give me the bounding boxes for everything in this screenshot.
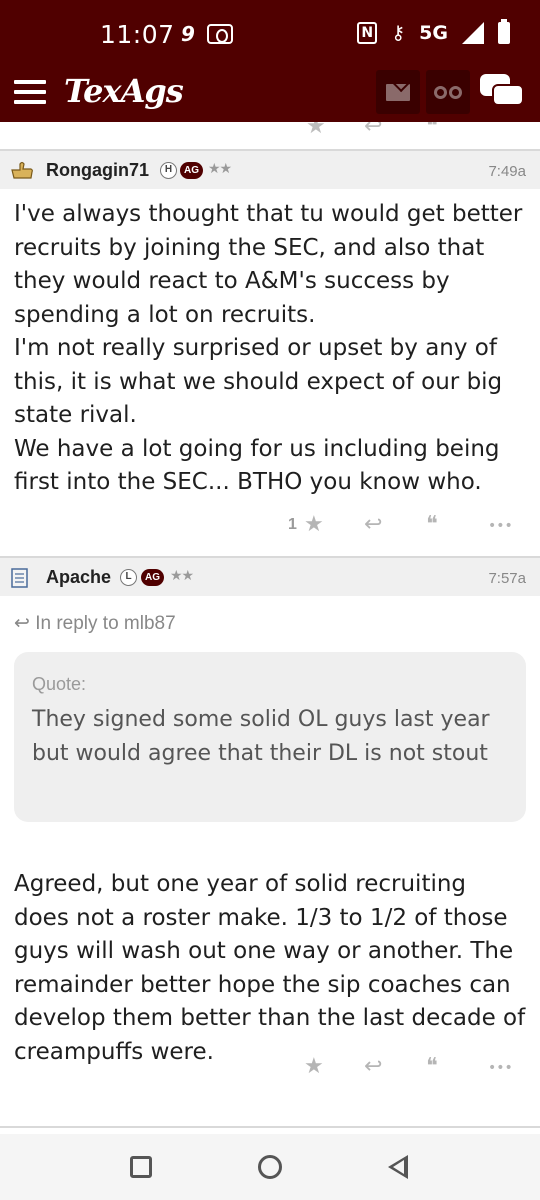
mail-button[interactable]	[376, 70, 420, 114]
status-time: 11:07	[100, 20, 175, 49]
star-count: 1	[288, 516, 297, 533]
texags-logo[interactable]: TexAgs	[64, 72, 184, 110]
quote-icon[interactable]: ❝	[426, 122, 438, 139]
post-time: 7:57a	[488, 570, 526, 587]
more-icon[interactable]: •••	[488, 1060, 513, 1076]
hamburger-icon[interactable]	[14, 80, 46, 106]
username[interactable]: Apache	[46, 567, 111, 588]
key-icon: ⚷	[391, 22, 406, 44]
reply-icon: ↩	[14, 613, 30, 634]
quote-label: Quote:	[32, 674, 87, 694]
network-type: 5G	[419, 22, 448, 44]
post-body: I've always thought that tu would get be…	[14, 198, 528, 500]
badge-ag: AG	[141, 569, 164, 586]
post-header: Rongagin71 H AG ★★ 7:49a	[0, 149, 540, 189]
reply-icon[interactable]: ↩	[364, 1054, 382, 1079]
badge-ag: AG	[180, 162, 203, 179]
avatar[interactable]	[10, 160, 34, 180]
quote-icon[interactable]: ❝	[426, 1054, 438, 1079]
post-paragraph: I'm not really surprised or upset by any…	[14, 335, 503, 428]
quote-block: Quote: They signed some solid OL guys la…	[14, 652, 526, 822]
post-body: Agreed, but one year of solid recruiting…	[14, 868, 528, 1069]
star-icon[interactable]: ★	[304, 512, 324, 537]
chat-button[interactable]	[480, 72, 526, 112]
post-actions: 1 ★ ↩ ❝ •••	[0, 512, 540, 542]
quote-text: They signed some solid OL guys last year…	[32, 707, 490, 766]
binoculars-icon	[434, 85, 462, 99]
reply-icon[interactable]: ↩	[364, 512, 382, 537]
signal-icon	[462, 22, 484, 44]
post-paragraph: Agreed, but one year of solid recruiting…	[14, 871, 526, 1065]
battery-icon	[498, 19, 510, 44]
previous-post-actions: ★ ↩ ❝	[0, 122, 540, 148]
status-bar: 11:07 9 N ⚷ 5G	[0, 0, 540, 64]
post-actions: ★ ↩ ❝ •••	[0, 1054, 540, 1084]
avatar[interactable]	[10, 567, 34, 588]
quote-icon[interactable]: ❝	[426, 512, 438, 537]
reply-to-text: In reply to mlb87	[35, 613, 176, 634]
reply-to-link[interactable]: ↩ In reply to mlb87	[14, 612, 176, 635]
star-icon[interactable]: ★	[306, 122, 326, 139]
app-header: TexAgs	[0, 64, 540, 122]
post-header: Apache L AG ★★ 7:57a	[0, 556, 540, 596]
post-separator	[0, 1126, 540, 1128]
reply-icon[interactable]: ↩	[364, 122, 382, 139]
username[interactable]: Rongagin71	[46, 160, 149, 181]
star-icon[interactable]: ★	[304, 1054, 324, 1079]
mail-icon	[386, 83, 410, 101]
recents-button[interactable]	[130, 1156, 152, 1178]
user-stars: ★★	[170, 568, 194, 584]
back-button[interactable]	[388, 1155, 408, 1179]
user-stars: ★★	[208, 161, 232, 177]
system-nav-bar	[0, 1134, 540, 1200]
post-time: 7:49a	[488, 163, 526, 180]
post-paragraph: I've always thought that tu would get be…	[14, 201, 523, 328]
home-button[interactable]	[258, 1155, 282, 1179]
screen-record-icon	[206, 24, 233, 44]
badge-l: L	[120, 569, 137, 586]
badge-h: H	[160, 162, 177, 179]
post-paragraph: We have a lot going for us including bei…	[14, 435, 500, 496]
binoculars-button[interactable]	[426, 70, 470, 114]
notification-9-icon: 9	[181, 22, 195, 46]
more-icon[interactable]: •••	[488, 518, 513, 534]
nfc-icon: N	[357, 22, 378, 44]
